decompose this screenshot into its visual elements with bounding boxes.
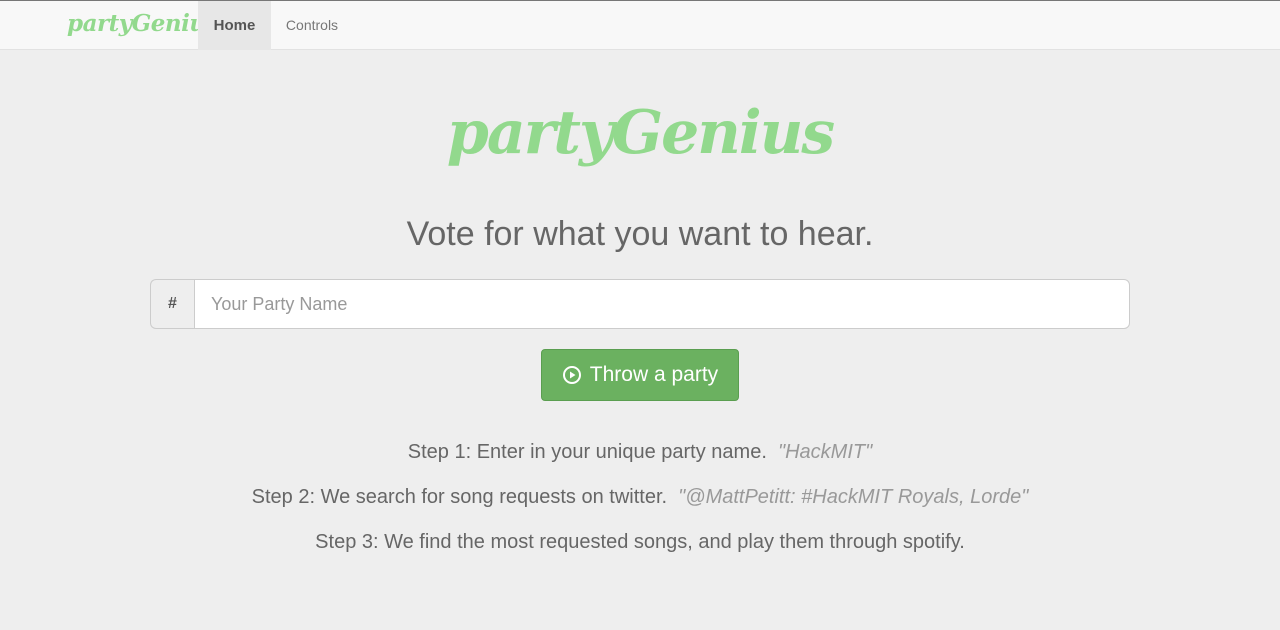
step-2-example: "@MattPetitt: #HackMIT Royals, Lorde" bbox=[678, 486, 1029, 508]
step-1: Step 1: Enter in your unique party name.… bbox=[0, 441, 1280, 464]
step-2: Step 2: We search for song requests on t… bbox=[0, 486, 1280, 509]
step-2-text: Step 2: We search for song requests on t… bbox=[251, 486, 679, 508]
play-circle-icon bbox=[562, 366, 581, 384]
hash-addon: # bbox=[150, 279, 194, 329]
navbar-brand-logo[interactable]: partyGenius bbox=[67, 10, 219, 37]
step-3-text: Step 3: We find the most requested songs… bbox=[315, 531, 965, 553]
navbar: partyGenius Home Controls bbox=[0, 0, 1280, 50]
step-3: Step 3: We find the most requested songs… bbox=[0, 531, 1280, 554]
step-1-text: Step 1: Enter in your unique party name. bbox=[407, 441, 778, 463]
page-tagline: Vote for what you want to hear. bbox=[406, 215, 874, 253]
party-name-input-group: # bbox=[150, 279, 1130, 329]
party-name-input[interactable] bbox=[194, 279, 1130, 329]
step-1-example: "HackMIT" bbox=[778, 441, 873, 463]
hero-logo: partyGenius bbox=[446, 98, 835, 168]
throw-party-label: Throw a party bbox=[589, 363, 719, 386]
throw-party-button[interactable]: Throw a party bbox=[541, 349, 739, 401]
nav-controls-link[interactable]: Controls bbox=[271, 1, 353, 50]
nav-home-link[interactable]: Home bbox=[198, 1, 271, 50]
